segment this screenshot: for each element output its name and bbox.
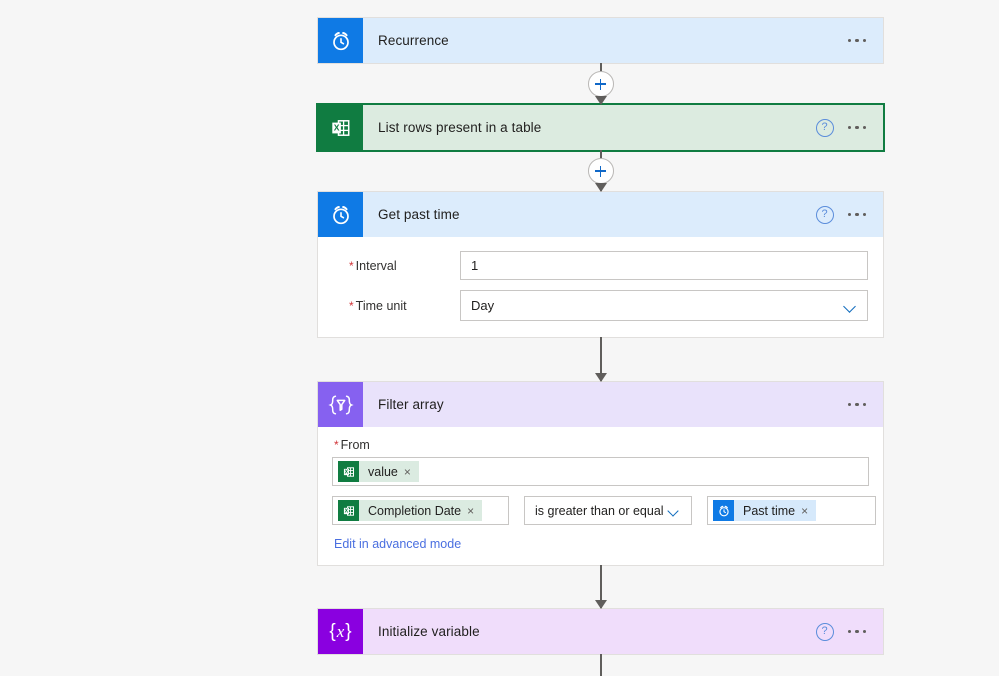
connector-5 [318,654,883,676]
interval-input[interactable]: 1 [460,251,868,280]
chevron-down-icon [668,507,681,515]
step-header-actions [847,399,884,411]
token-remove-icon[interactable]: × [404,466,419,478]
help-icon[interactable]: ? [815,205,834,224]
connector-arrow-icon [594,183,607,192]
connector-arrow-icon [594,373,607,382]
alarm-clock-icon [318,192,363,237]
step-body: * From X value × X Completion Date × is … [318,427,883,565]
field-label-time-unit: * Time unit [333,299,460,313]
flow-step-recurrence[interactable]: Recurrence [318,18,883,63]
filter-braces-icon [318,382,363,427]
field-row-interval: * Interval 1 [333,251,868,280]
token-remove-icon[interactable]: × [467,505,482,517]
condition-operator-value: is greater than or equal ... [535,503,668,518]
flow-step-initialize-variable[interactable]: {x} Initialize variable ? [318,609,883,654]
connector-1 [318,63,883,105]
required-asterisk: * [349,258,354,273]
from-field-label: * From [332,438,869,452]
insert-step-button[interactable] [587,158,614,184]
step-title: Recurrence [378,33,449,48]
flow-step-list-rows-present-in-a-table[interactable]: X List rows present in a table ? [318,105,883,150]
step-title: Get past time [378,207,460,222]
flow-designer-canvas: Recurrence X List rows present in a tabl… [0,0,999,676]
svg-text:X: X [344,469,348,475]
flow-step-get-past-time[interactable]: Get past time ? * Interval 1 * Time unit… [318,192,883,337]
field-label-text: Time unit [355,298,407,313]
alarm-clock-icon [318,18,363,63]
field-label-text: Interval [355,258,397,273]
step-header-actions: ? [815,622,884,641]
step-header[interactable]: {x} Initialize variable ? [318,609,883,654]
svg-text:X: X [333,122,339,132]
step-header-actions: ? [815,205,884,224]
insert-step-button[interactable] [587,71,614,97]
field-label-interval: * Interval [333,259,460,273]
step-header[interactable]: X List rows present in a table ? [318,105,883,150]
svg-text:X: X [344,508,348,514]
edit-in-advanced-mode-link[interactable]: Edit in advanced mode [332,537,461,551]
step-header[interactable]: Recurrence [318,18,883,63]
token-past-time[interactable]: Past time × [713,500,817,521]
condition-operator-select[interactable]: is greater than or equal ... [524,496,692,525]
step-header[interactable]: Filter array [318,382,883,427]
connector-4 [318,565,883,609]
more-options-icon[interactable] [847,399,866,411]
excel-table-icon: X [338,500,359,521]
help-icon[interactable]: ? [815,118,834,137]
time-unit-select[interactable]: Day [460,290,868,321]
excel-table-icon: X [318,105,363,150]
more-options-icon[interactable] [847,626,866,638]
connector-arrow-icon [594,600,607,609]
token-label: Past time [743,503,796,518]
token-remove-icon[interactable]: × [801,505,816,517]
token-completion-date[interactable]: X Completion Date × [338,500,483,521]
required-asterisk: * [349,298,354,313]
more-options-icon[interactable] [847,122,866,134]
more-options-icon[interactable] [847,209,866,221]
token-label: value [368,464,398,479]
connector-3 [318,337,883,382]
more-options-icon[interactable] [847,35,866,47]
condition-right-operand[interactable]: Past time × [707,496,876,525]
alarm-clock-icon [713,500,734,521]
interval-input-value: 1 [471,258,479,273]
braces-x-glyph: {x} [329,621,352,642]
field-row-time-unit: * Time unit Day [333,290,868,321]
connector-arrow-icon [594,96,607,105]
required-asterisk: * [334,438,339,452]
chevron-down-icon [844,302,857,310]
from-field-label-text: From [340,438,370,452]
step-title: Initialize variable [378,624,480,639]
flow-step-filter-array[interactable]: Filter array * From X value × X Completi… [318,382,883,565]
step-header-actions: ? [815,118,884,137]
braces-x-icon: {x} [318,609,363,654]
condition-left-operand[interactable]: X Completion Date × [332,496,509,525]
step-title: Filter array [378,397,444,412]
step-header[interactable]: Get past time ? [318,192,883,237]
excel-table-icon: X [338,461,359,482]
token-value[interactable]: X value × [338,461,419,482]
step-header-actions [847,35,884,47]
time-unit-select-value: Day [471,298,495,313]
flow-step-column: Recurrence X List rows present in a tabl… [318,0,883,676]
connector-line [599,654,602,676]
step-body: * Interval 1 * Time unit Day [318,237,883,337]
connector-2 [318,150,883,192]
token-label: Completion Date [368,503,462,518]
from-input[interactable]: X value × [332,457,869,486]
step-title: List rows present in a table [378,120,542,135]
help-icon[interactable]: ? [815,622,834,641]
condition-row: X Completion Date × is greater than or e… [332,496,876,525]
